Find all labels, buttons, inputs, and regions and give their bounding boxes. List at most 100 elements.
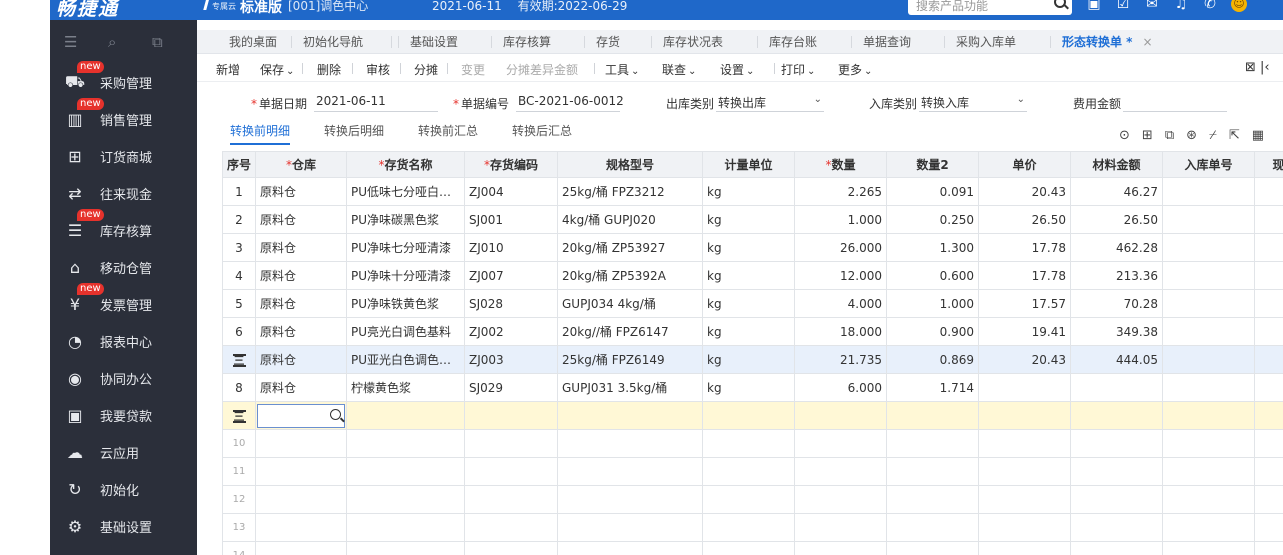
close-tab-icon[interactable]: × bbox=[1142, 35, 1152, 49]
column-header[interactable]: 单价 bbox=[978, 151, 1071, 178]
cell-qty2[interactable]: 0.900 bbox=[886, 317, 979, 346]
empty-cell[interactable] bbox=[702, 429, 795, 458]
batch-icon[interactable]: ⊛ bbox=[1186, 128, 1197, 143]
cell-extra[interactable] bbox=[1254, 317, 1283, 346]
cell-unit[interactable]: kg bbox=[702, 289, 795, 318]
table-row[interactable]: 5 原料仓 PU净味铁黄色浆 SJ028 GUPJ034 4kg/桶 kg 4.000 1.0… bbox=[222, 289, 1283, 318]
cell-wh[interactable]: 原料仓 bbox=[255, 261, 347, 290]
empty-cell[interactable] bbox=[1070, 485, 1163, 514]
print-button[interactable]: 打印 ⌄ bbox=[781, 61, 815, 78]
sidebar-item-init[interactable]: ↻ 初始化 bbox=[50, 471, 197, 508]
empty-cell[interactable] bbox=[702, 541, 795, 555]
cell-inbound-no[interactable] bbox=[1162, 345, 1255, 374]
empty-cell[interactable] bbox=[1254, 541, 1283, 555]
empty-cell[interactable] bbox=[255, 429, 347, 458]
empty-cell[interactable] bbox=[702, 485, 795, 514]
cell-name[interactable]: PU亚光白色调色基料 bbox=[346, 345, 465, 374]
cell-code[interactable]: SJ028 bbox=[464, 289, 558, 318]
empty-cell[interactable] bbox=[978, 429, 1071, 458]
task-icon[interactable]: ☑ bbox=[1115, 0, 1131, 12]
row-number[interactable]: 三 bbox=[222, 401, 256, 430]
allocate-diff-button[interactable]: 分摊差异金额 bbox=[506, 61, 578, 78]
tab-8[interactable]: 采购入库单 bbox=[956, 33, 1016, 50]
filter-icon[interactable]: ⌿ bbox=[1209, 128, 1217, 143]
empty-cell[interactable] bbox=[557, 457, 703, 486]
cell-inbound-no[interactable] bbox=[1162, 373, 1255, 402]
cell-code[interactable]: SJ001 bbox=[464, 205, 558, 234]
column-header[interactable]: 序号 bbox=[222, 151, 256, 178]
cell-wh[interactable]: 原料仓 bbox=[255, 345, 347, 374]
cell-price[interactable]: 17.78 bbox=[978, 233, 1071, 262]
empty-cell[interactable] bbox=[886, 513, 979, 542]
app-logo[interactable]: 畅捷通 bbox=[56, 0, 119, 20]
phone-icon[interactable]: ✆ bbox=[1202, 0, 1218, 12]
sidebar-item-purchase[interactable]: ⛟ new 采购管理 bbox=[50, 61, 197, 101]
more-button[interactable]: 更多 ⌄ bbox=[838, 61, 872, 78]
cell-extra[interactable] bbox=[1254, 233, 1283, 262]
cell-spec[interactable]: 20kg/桶 ZP53927 bbox=[557, 233, 703, 262]
cell-wh[interactable]: 原料仓 bbox=[255, 205, 347, 234]
empty-cell[interactable] bbox=[978, 401, 1071, 430]
empty-cell[interactable] bbox=[886, 541, 979, 555]
empty-cell[interactable] bbox=[346, 429, 465, 458]
user-avatar[interactable]: ☺ bbox=[1231, 0, 1247, 12]
row-drag-icon[interactable]: 三 bbox=[232, 409, 246, 423]
cell-qty[interactable]: 6.000 bbox=[794, 373, 887, 402]
row-number[interactable]: 5 bbox=[222, 289, 256, 318]
allocate-button[interactable]: 分摊 bbox=[414, 61, 438, 78]
cell-qty[interactable]: 18.000 bbox=[794, 317, 887, 346]
cell-name[interactable]: PU净味七分哑清漆 bbox=[346, 233, 465, 262]
cell-qty[interactable]: 2.265 bbox=[794, 177, 887, 206]
cell-qty2[interactable]: 0.091 bbox=[886, 177, 979, 206]
empty-cell[interactable] bbox=[464, 485, 558, 514]
empty-cell[interactable] bbox=[794, 513, 887, 542]
cell-inbound-no[interactable] bbox=[1162, 177, 1255, 206]
zoom-icon[interactable]: ⊠ bbox=[1245, 60, 1256, 75]
warehouse-input[interactable] bbox=[257, 403, 345, 428]
empty-cell[interactable] bbox=[557, 429, 703, 458]
empty-cell[interactable] bbox=[346, 485, 465, 514]
cell-price[interactable]: 17.78 bbox=[978, 261, 1071, 290]
cell-qty2[interactable]: 0.869 bbox=[886, 345, 979, 374]
cell-qty[interactable]: 12.000 bbox=[794, 261, 887, 290]
tab-3[interactable]: 库存核算 bbox=[503, 33, 551, 50]
sidebar-item-collaboration[interactable]: ◉ 协同办公 bbox=[50, 360, 197, 397]
cell-name[interactable]: 柠檬黄色浆 bbox=[346, 373, 465, 402]
tab-6[interactable]: 库存台账 bbox=[769, 33, 817, 50]
empty-cell[interactable] bbox=[464, 513, 558, 542]
empty-cell[interactable] bbox=[346, 401, 465, 430]
cell-wh[interactable]: 原料仓 bbox=[255, 177, 347, 206]
cell-name[interactable]: PU净味碳黑色浆 bbox=[346, 205, 465, 234]
empty-cell[interactable] bbox=[255, 485, 347, 514]
sidebar-item-cloud[interactable]: ☁ 云应用 bbox=[50, 434, 197, 471]
table-row[interactable]: 1 原料仓 PU低味七分哑白色浆 ZJ004 25kg/桶 FPZ3212 kg 2.265… bbox=[222, 177, 1283, 206]
cell-unit[interactable]: kg bbox=[702, 261, 795, 290]
cell-amount[interactable]: 70.28 bbox=[1070, 289, 1163, 318]
cell-qty[interactable]: 1.000 bbox=[794, 205, 887, 234]
empty-cell[interactable] bbox=[1254, 401, 1283, 430]
table-row[interactable]: 3 原料仓 PU净味七分哑清漆 ZJ010 20kg/桶 ZP53927 kg 26.000… bbox=[222, 233, 1283, 262]
table-row[interactable]: 4 原料仓 PU净味十分哑清漆 ZJ007 20kg/桶 ZP5392A kg 12.000… bbox=[222, 261, 1283, 290]
cell-qty[interactable]: 26.000 bbox=[794, 233, 887, 262]
sidebar-item-inventory[interactable]: ☰ new 库存核算 bbox=[50, 209, 197, 249]
empty-cell[interactable] bbox=[464, 401, 558, 430]
search-icon[interactable] bbox=[1054, 0, 1066, 8]
empty-cell[interactable] bbox=[1254, 429, 1283, 458]
cell-name[interactable]: PU低味七分哑白色浆 bbox=[346, 177, 465, 206]
cell-code[interactable]: ZJ004 bbox=[464, 177, 558, 206]
column-header[interactable]: 规格型号 bbox=[557, 151, 703, 178]
audit-button[interactable]: 审核 bbox=[366, 61, 390, 78]
tab-5[interactable]: 库存状况表 bbox=[663, 33, 723, 50]
cell-qty[interactable]: 21.735 bbox=[794, 345, 887, 374]
empty-cell[interactable] bbox=[702, 513, 795, 542]
cell-inbound-no[interactable] bbox=[1162, 233, 1255, 262]
column-header[interactable]: 入库单号 bbox=[1162, 151, 1255, 178]
cell-qty2[interactable]: 0.250 bbox=[886, 205, 979, 234]
cell-extra[interactable] bbox=[1254, 205, 1283, 234]
cell-extra[interactable] bbox=[1254, 177, 1283, 206]
cell-qty2[interactable]: 1.300 bbox=[886, 233, 979, 262]
cell-price[interactable]: 20.43 bbox=[978, 345, 1071, 374]
cell-code[interactable]: ZJ007 bbox=[464, 261, 558, 290]
document-date-input[interactable]: 2021-06-11 bbox=[314, 94, 438, 112]
empty-cell[interactable] bbox=[886, 429, 979, 458]
